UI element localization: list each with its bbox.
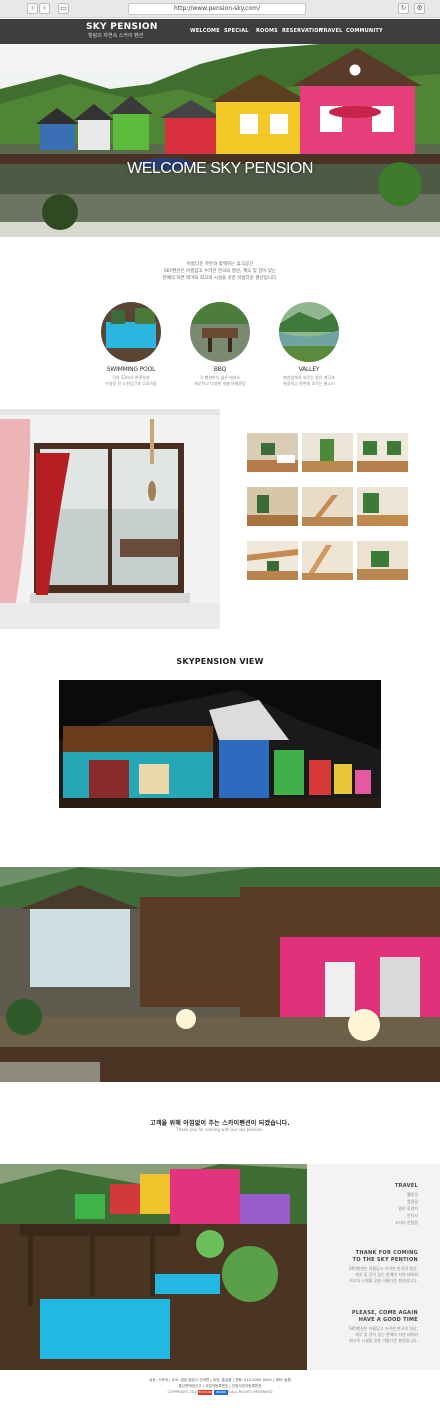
come-again-title-1: PLEASE, COME AGAIN	[351, 1310, 418, 1316]
come-again-text-3: 최고의 시설을 갖춘 아름다운 펜션입니다.	[349, 1338, 418, 1343]
address-bar[interactable]: http://www.pension-sky.com/	[128, 3, 306, 15]
nav-item-community[interactable]: COMMUNITY	[346, 28, 383, 34]
tab-icon[interactable]: ▭	[58, 3, 69, 14]
room-thumbnail[interactable]	[302, 541, 353, 580]
nav-item-welcome[interactable]: WELCOME	[190, 28, 220, 34]
nav-item-reservation[interactable]: RESERVATION	[282, 28, 323, 34]
room-thumbnail[interactable]	[357, 433, 408, 472]
feature-desc-valley-2: 깨끗하고 한번데 흐르는 물소리	[283, 381, 335, 386]
intro-text-1: SKY펜션은 아름답고 수려한 한국의 명산, 계곡 및 강이 있는	[163, 269, 277, 274]
feature-desc-pool-2: 수영장 전 노천공간과 무료이용	[105, 381, 157, 386]
intro-text-2: 한예의 자연 테마와 최고의 시설을 갖춘 아름다운 펜션입니다.	[162, 276, 278, 281]
bbq-image[interactable]	[190, 302, 250, 362]
thanks-subtitle: Thank you for coming with our sky pensio…	[176, 1127, 264, 1132]
nav-item-rooms[interactable]: ROOMS	[256, 28, 278, 34]
thank-coming-title-1: THANK FOR COMING	[355, 1250, 418, 1256]
reload-icon[interactable]: ↻	[398, 3, 409, 14]
footer-info-2: 통신판매업신고 | 사업자등록번호 | 관광사업자등록번호	[178, 1384, 262, 1388]
travel-item[interactable]: 웰빙길	[407, 1192, 418, 1198]
nav-item-travel[interactable]: TRAVEL	[320, 28, 342, 34]
thank-coming-title-2: TO THE SKY PENTION	[352, 1257, 418, 1263]
exterior-image	[0, 867, 440, 1082]
room-thumbnail[interactable]	[357, 541, 408, 580]
intro-heading: 아름다운 자연과 함께하는 휴식공간	[186, 262, 254, 267]
kbank-badge[interactable]: KBANK	[214, 1390, 228, 1395]
browser-toolbar: ‹ › ▭ http://www.pension-sky.com/ ↻ ⚙	[0, 0, 440, 18]
hero-title: WELCOME SKY PENSION	[127, 160, 313, 177]
back-icon[interactable]: ‹	[27, 3, 38, 14]
room-thumbnail[interactable]	[247, 487, 298, 526]
thanks-message: 고객을 위해 아낌없이 주는 스카이펜션이 되겠습니다.	[150, 1120, 290, 1127]
forward-icon[interactable]: ›	[39, 3, 50, 14]
pool-image	[0, 1164, 307, 1370]
valley-image[interactable]	[279, 302, 339, 362]
come-again-title-2: HAVE A GOOD TIME	[358, 1317, 418, 1323]
swimming-pool-image[interactable]	[101, 302, 161, 362]
nav-item-special[interactable]: SPECIAL	[224, 28, 249, 34]
room-thumbnail[interactable]	[247, 433, 298, 472]
feature-title-pool: SWIMMING POOL	[106, 366, 156, 373]
settings-icon[interactable]: ⚙	[414, 3, 425, 14]
hero-banner: WELCOME SKY PENSION	[0, 44, 440, 237]
room-thumbnail[interactable]	[247, 541, 298, 580]
view-section-title: SKYPENSION VIEW	[176, 657, 264, 666]
hero-image	[0, 44, 440, 237]
site-logo-subtitle: 힐링의 자연속 스카이 펜션	[88, 33, 144, 39]
night-view-image	[59, 680, 381, 808]
room-thumbnail[interactable]	[302, 433, 353, 472]
room-main-image	[0, 409, 220, 629]
feature-desc-bbq-2: 깨끗하고 다양한 개별 바베큐장	[194, 381, 246, 386]
footer-info-1: 상호: 스카이 | 주소: 경남 밀양시 산외면 | 대표: 홍길동 | 전화:…	[149, 1378, 291, 1382]
escrow-badge[interactable]: ESCROW	[198, 1390, 212, 1395]
travel-item[interactable]: 알로 휴양지	[398, 1206, 418, 1212]
thank-coming-text-3: 최고의 시설을 갖춘 아름다운 펜션입니다.	[349, 1278, 418, 1283]
travel-item[interactable]: 언덕사	[407, 1213, 418, 1219]
feature-title-valley: VALLEY	[298, 366, 320, 373]
travel-title: TRAVEL	[394, 1183, 418, 1189]
travel-item[interactable]: 고사리 산림원	[395, 1220, 418, 1226]
room-thumbnail[interactable]	[357, 487, 408, 526]
feature-title-bbq: BBQ	[213, 366, 227, 373]
room-thumbnail[interactable]	[302, 487, 353, 526]
site-logo[interactable]: SKY PENSION	[86, 22, 158, 32]
travel-item[interactable]: 알알길	[407, 1199, 418, 1205]
